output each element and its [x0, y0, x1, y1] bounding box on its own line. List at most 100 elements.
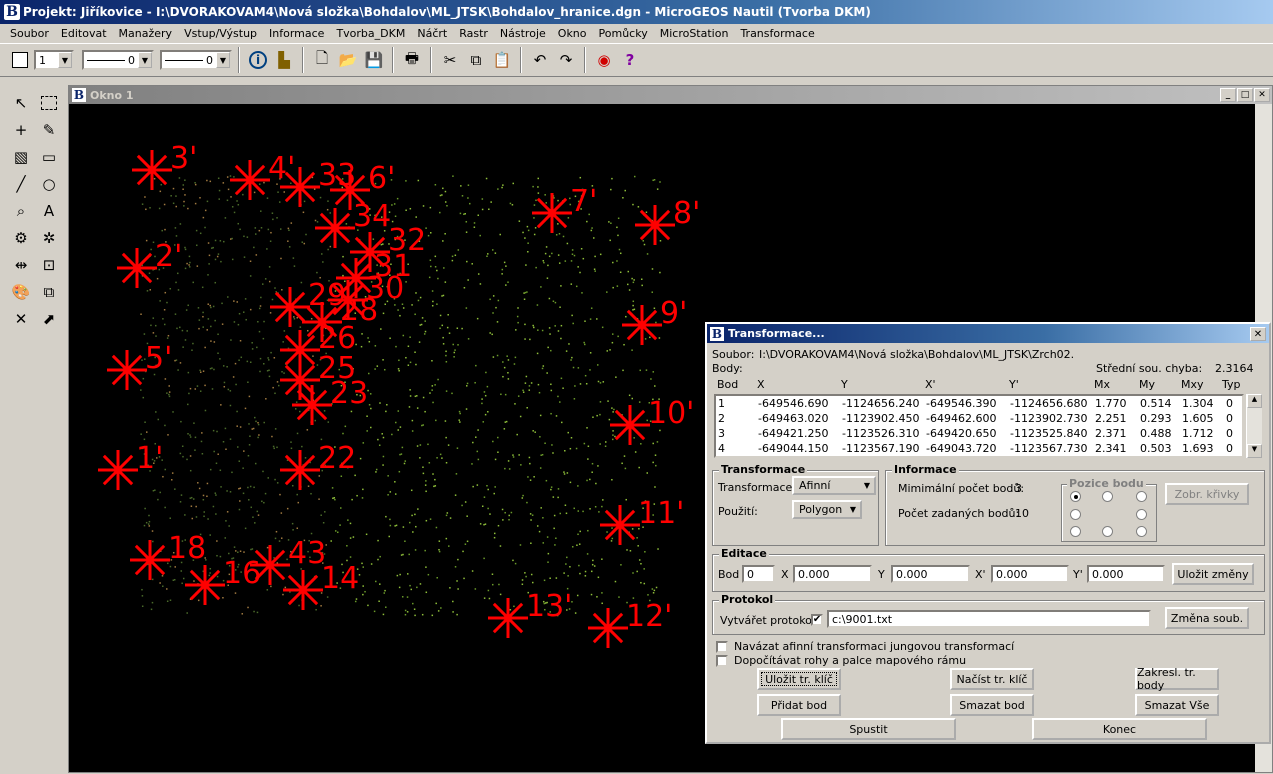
menu-pomucky[interactable]: Pomůcky [593, 27, 654, 40]
control-point-marker[interactable]: 8' [635, 196, 700, 245]
protokol-path-input[interactable]: c:\9001.txt [827, 610, 1151, 628]
fence-icon[interactable] [36, 90, 62, 116]
navazat-option[interactable]: Navázat afinní transformaci jungovou tra… [716, 640, 1014, 653]
undo-icon[interactable]: ↶ [528, 48, 552, 72]
level-combo[interactable]: 1 ▼ [34, 50, 74, 70]
pattern-icon[interactable]: ▧ [8, 144, 34, 170]
color-swatch[interactable] [8, 48, 32, 72]
pozice-radio-top-right[interactable] [1136, 491, 1147, 502]
menu-editovat[interactable]: Editovat [55, 27, 113, 40]
control-point-marker[interactable]: 5' [107, 341, 172, 390]
ulozit-klic-button[interactable]: Uložit tr. klíč [757, 668, 841, 690]
cell-icon[interactable]: ⚙ [8, 225, 34, 251]
pridat-bod-button[interactable]: Přidat bod [757, 694, 841, 716]
palette-icon[interactable]: 🎨 [8, 279, 34, 305]
line-weight-combo[interactable]: 0 ▼ [160, 50, 232, 70]
control-point-marker[interactable]: 9' [622, 296, 687, 345]
pozice-radio-bottom-center[interactable] [1102, 526, 1113, 537]
control-point-marker[interactable]: 13' [488, 589, 572, 638]
scale-icon[interactable]: ⊡ [36, 252, 62, 278]
pozice-radio-bottom-left[interactable] [1070, 526, 1081, 537]
point-icon[interactable]: + [8, 117, 34, 143]
close-icon[interactable]: ✕ [1254, 88, 1270, 102]
menu-soubor[interactable]: Soubor [4, 27, 55, 40]
delete-icon[interactable]: ✕ [8, 306, 34, 332]
vytvaret-checkbox[interactable]: ✔ [811, 612, 823, 626]
brush-icon[interactable]: ▙ [272, 48, 296, 72]
table-scrollbar[interactable]: ▲ ▼ [1246, 394, 1262, 458]
control-point-marker[interactable]: 7' [532, 184, 597, 233]
text-icon[interactable]: A [36, 198, 62, 224]
pouziti-select[interactable]: Polygon ▼ [792, 500, 862, 519]
pozice-radio-middle-right[interactable] [1136, 509, 1147, 520]
snap-icon[interactable]: ✎ [36, 117, 62, 143]
select-arrow-icon[interactable]: ↖ [8, 90, 34, 116]
menu-okno[interactable]: Okno [552, 27, 593, 40]
copy-icon[interactable]: ⧉ [464, 48, 488, 72]
pozice-radio-top-center[interactable] [1102, 491, 1113, 502]
close-icon[interactable]: ✕ [1250, 327, 1266, 341]
zmena-soub-button[interactable]: Změna soub. [1165, 607, 1249, 629]
table-row[interactable]: 4 -649044.150 -1123567.190 -649043.720 -… [716, 442, 1242, 456]
copy-element-icon[interactable]: ⧉ [36, 279, 62, 305]
pozice-radio-middle-left[interactable] [1070, 509, 1081, 520]
ulozit-zmeny-button[interactable]: Uložit změny [1172, 563, 1254, 585]
menu-nacrt[interactable]: Náčrt [411, 27, 453, 40]
dopocitat-checkbox[interactable] [716, 654, 728, 667]
pozice-radio-top-left[interactable] [1070, 491, 1081, 502]
circle-icon[interactable]: ○ [36, 171, 62, 197]
line-style-combo[interactable]: 0 ▼ [82, 50, 154, 70]
smazat-vse-button[interactable]: Smazat Vše [1135, 694, 1219, 716]
open-folder-icon[interactable]: 📂 [336, 48, 360, 72]
menu-tvorba-dkm[interactable]: Tvorba_DKM [330, 27, 411, 40]
transform-icon[interactable]: ✲ [36, 225, 62, 251]
control-point-marker[interactable]: 2' [117, 239, 182, 288]
zakresl-button[interactable]: Zakresl. tr. body [1135, 666, 1219, 692]
x-input[interactable]: 0.000 [793, 565, 872, 583]
help-icon[interactable]: ? [618, 48, 642, 72]
menu-nastroje[interactable]: Nástroje [494, 27, 552, 40]
measure-icon[interactable]: ⌕ [8, 198, 34, 224]
control-point-marker[interactable]: 4' [230, 151, 295, 200]
pozice-radio-bottom-right[interactable] [1136, 526, 1147, 537]
minimize-icon[interactable]: _ [1220, 88, 1236, 102]
menu-vstup-vystup[interactable]: Vstup/Výstup [178, 27, 263, 40]
menu-manazery[interactable]: Manažery [113, 27, 179, 40]
table-row[interactable]: 3 -649421.250 -1123526.310 -649420.650 -… [716, 427, 1242, 442]
bod-input[interactable]: 0 [742, 565, 775, 583]
zobr-krivky-button[interactable]: Zobr. křivky [1165, 483, 1249, 505]
maximize-icon[interactable]: □ [1237, 88, 1253, 102]
view-icon[interactable]: ⬈ [36, 306, 62, 332]
spustit-button[interactable]: Spustit [781, 718, 956, 740]
x2-input[interactable]: 0.000 [991, 565, 1069, 583]
konec-button[interactable]: Konec [1032, 718, 1207, 740]
menu-rastr[interactable]: Rastr [453, 27, 494, 40]
navazat-checkbox[interactable] [716, 640, 728, 653]
paste-icon[interactable]: 📋 [490, 48, 514, 72]
y2-input[interactable]: 0.000 [1087, 565, 1165, 583]
control-point-marker[interactable]: 11' [600, 496, 684, 545]
points-table[interactable]: 1 -649546.690 -1124656.240 -649546.390 -… [714, 394, 1244, 458]
y-input[interactable]: 0.000 [891, 565, 970, 583]
microgeos-icon[interactable]: ◉ [592, 48, 616, 72]
scroll-down-icon[interactable]: ▼ [1247, 444, 1262, 458]
print-icon[interactable]: 🖶 [400, 48, 424, 72]
table-row[interactable]: 2 -649463.020 -1123902.450 -649462.600 -… [716, 412, 1242, 427]
menu-informace[interactable]: Informace [263, 27, 330, 40]
table-row[interactable]: 1 -649546.690 -1124656.240 -649546.390 -… [716, 397, 1242, 412]
control-point-marker[interactable]: 3' [132, 141, 197, 190]
save-icon[interactable]: 💾 [362, 48, 386, 72]
menu-transformace[interactable]: Transformace [734, 27, 820, 40]
scroll-up-icon[interactable]: ▲ [1247, 394, 1262, 408]
dopocitat-option[interactable]: Dopočítávat rohy a palce mapového rámu [716, 654, 966, 667]
cut-icon[interactable]: ✂ [438, 48, 462, 72]
control-point-marker[interactable]: 10' [610, 396, 694, 445]
rectangle-icon[interactable]: ▭ [36, 144, 62, 170]
control-point-marker[interactable]: 1' [98, 441, 163, 490]
control-point-marker[interactable]: 12' [588, 599, 672, 648]
smazat-bod-button[interactable]: Smazat bod [950, 694, 1034, 716]
info-icon[interactable]: i [246, 48, 270, 72]
nacist-klic-button[interactable]: Načíst tr. klíč [950, 668, 1034, 690]
menu-microstation[interactable]: MicroStation [654, 27, 735, 40]
transformace-select[interactable]: Afinní ▼ [792, 476, 876, 495]
